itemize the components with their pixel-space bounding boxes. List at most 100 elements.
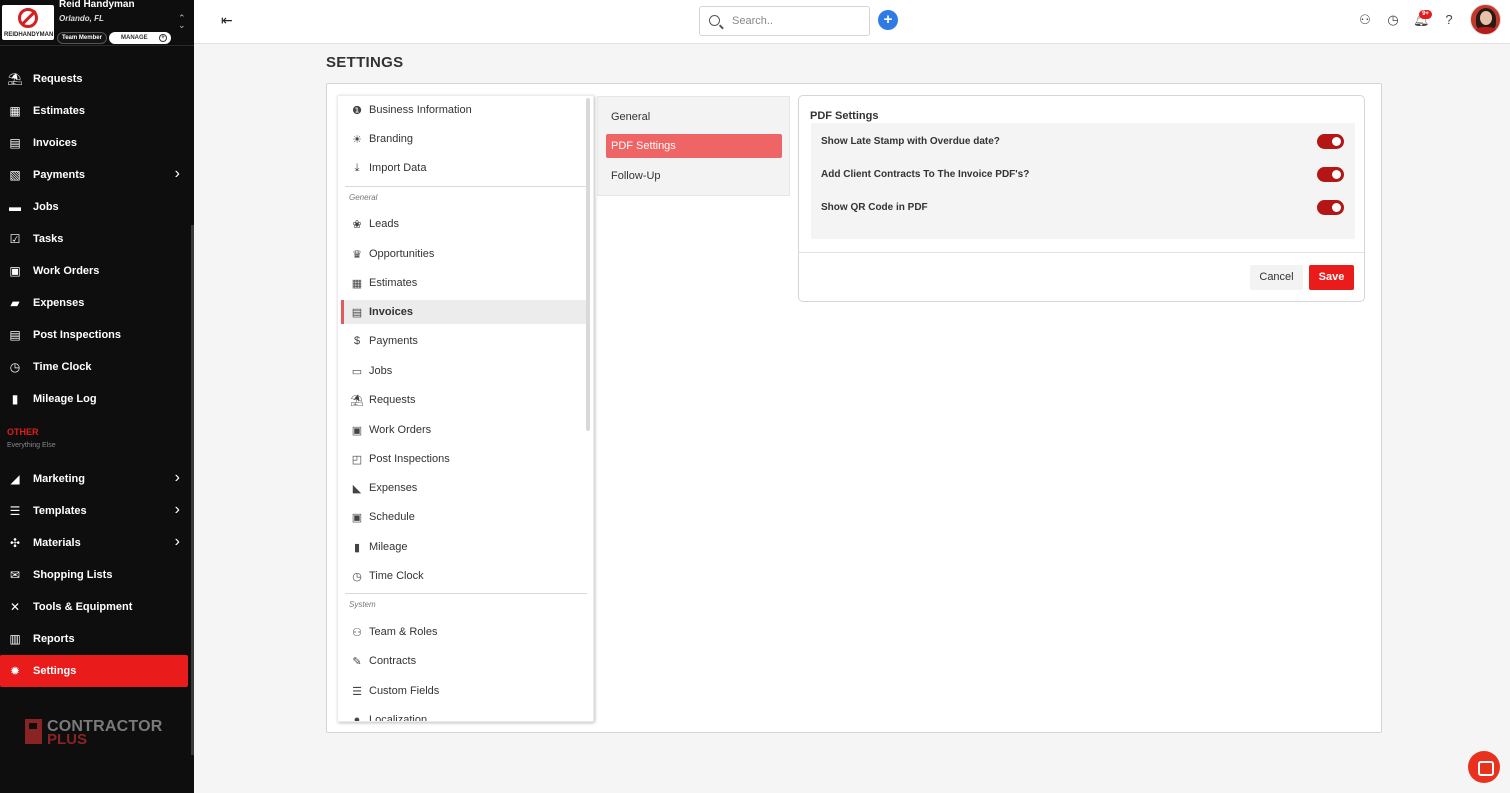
- lines-icon: ☰: [352, 685, 362, 698]
- option-client-contracts: Add Client Contracts To The Invoice PDF'…: [821, 165, 1344, 185]
- settings-item-mileage[interactable]: ▮ Mileage: [341, 535, 587, 559]
- sidebar-item-label: Tools & Equipment: [33, 601, 133, 613]
- sidebar-item-payments[interactable]: ▧ Payments ›: [0, 159, 188, 191]
- sidebar-item-expenses[interactable]: ▰ Expenses: [0, 287, 188, 319]
- avatar[interactable]: [1470, 4, 1501, 35]
- settings-item-custom-fields[interactable]: ☰ Custom Fields: [341, 679, 587, 703]
- sidebar-item-label: Work Orders: [33, 265, 100, 277]
- pdf-options: Show Late Stamp with Overdue date? Add C…: [811, 123, 1355, 239]
- settings-item-label: Schedule: [369, 511, 415, 523]
- search-box[interactable]: [699, 6, 870, 36]
- sidebar-item-mileage-log[interactable]: ▮ Mileage Log: [0, 383, 188, 415]
- quick-add-button[interactable]: +: [878, 10, 898, 30]
- settings-item-schedule[interactable]: ▣ Schedule: [341, 505, 587, 529]
- invoices-icon: ▤: [351, 306, 363, 319]
- chevron-right-icon: ›: [174, 533, 180, 550]
- sidebar-item-work-orders[interactable]: ▣ Work Orders: [0, 255, 188, 287]
- settings-item-requests[interactable]: ⛱ Requests: [341, 388, 587, 412]
- settings-item-invoices[interactable]: ▤ Invoices: [341, 300, 587, 324]
- tab-general[interactable]: General: [606, 105, 782, 129]
- client-contracts-toggle[interactable]: [1317, 167, 1344, 182]
- divider: [345, 593, 587, 594]
- save-button[interactable]: Save: [1309, 265, 1354, 290]
- settings-item-branding[interactable]: ☀ Branding: [341, 127, 587, 151]
- fuel-icon: ▮: [11, 392, 19, 406]
- settings-item-localization[interactable]: ● Localization: [341, 708, 587, 721]
- help-icon[interactable]: ?: [1441, 12, 1457, 28]
- sidebar-item-tools-equipment[interactable]: ✕ Tools & Equipment: [0, 591, 188, 623]
- manage-button[interactable]: MANAGE +: [109, 32, 171, 44]
- sidebar-item-label: Mileage Log: [33, 393, 97, 405]
- sidebar-item-tasks[interactable]: ☑ Tasks: [0, 223, 188, 255]
- settings-item-work-orders[interactable]: ▣ Work Orders: [341, 418, 587, 442]
- settings-item-label: Contracts: [369, 655, 417, 667]
- clock-icon[interactable]: ◷: [1385, 12, 1401, 28]
- settings-item-post-inspections[interactable]: ◰ Post Inspections: [341, 447, 587, 471]
- tab-pdf-settings[interactable]: PDF Settings: [606, 134, 782, 158]
- settings-item-time-clock[interactable]: ◷ Time Clock: [341, 564, 587, 588]
- top-bar: ⇤ + ⚇ ◷ 🔔︎ 9+ ?: [194, 0, 1510, 44]
- leads-icon: ❀: [352, 218, 362, 231]
- settings-item-label: Branding: [369, 133, 414, 145]
- collapse-sidebar-icon[interactable]: ⇤: [221, 13, 237, 27]
- expenses-icon: ◣: [352, 482, 362, 495]
- sidebar-item-shopping-lists[interactable]: ✉ Shopping Lists: [0, 559, 188, 591]
- team-icon[interactable]: ⚇: [1357, 12, 1373, 28]
- settings-item-estimates[interactable]: ▦ Estimates: [341, 271, 587, 295]
- qr-code-toggle[interactable]: [1317, 200, 1344, 215]
- cancel-button[interactable]: Cancel: [1250, 265, 1303, 290]
- tools-icon: ✕: [9, 600, 21, 614]
- chat-launcher-button[interactable]: [1468, 751, 1500, 783]
- payments-icon: $: [353, 335, 361, 347]
- trophy-icon: ♛: [352, 248, 362, 261]
- settings-item-label: Team & Roles: [369, 626, 438, 638]
- search-input[interactable]: [732, 13, 862, 29]
- business-switcher[interactable]: REIDHANDYMAN Reid Handyman Orlando, FL T…: [0, 0, 194, 46]
- settings-item-leads[interactable]: ❀ Leads: [341, 212, 587, 236]
- briefcase-icon: ▭: [351, 365, 363, 378]
- settings-item-label: Post Inspections: [369, 453, 450, 465]
- settings-item-label: Mileage: [369, 541, 408, 553]
- panel-title: PDF Settings: [810, 110, 879, 122]
- sidebar-item-templates[interactable]: ☰ Templates ›: [0, 495, 188, 527]
- briefcase-icon: ▬: [9, 200, 21, 214]
- late-stamp-toggle[interactable]: [1317, 134, 1344, 149]
- tab-follow-up[interactable]: Follow-Up: [606, 164, 782, 188]
- sidebar-item-reports[interactable]: ▥ Reports: [0, 623, 188, 655]
- settings-item-payments[interactable]: $ Payments: [341, 329, 587, 353]
- sidebar-item-label: Expenses: [33, 297, 85, 309]
- materials-icon: ✣: [9, 536, 21, 550]
- clock-icon: ◷: [352, 570, 362, 583]
- sidebar-item-invoices[interactable]: ▤ Invoices: [0, 127, 188, 159]
- sidebar-item-estimates[interactable]: ▦ Estimates: [0, 95, 188, 127]
- settings-item-contracts[interactable]: ✎ Contracts: [341, 649, 587, 673]
- settings-menu-scrollbar[interactable]: [586, 98, 590, 431]
- invoices-icon: ▤: [9, 136, 21, 150]
- settings-item-expenses[interactable]: ◣ Expenses: [341, 476, 587, 500]
- sidebar-scrollbar[interactable]: [191, 225, 194, 755]
- option-label: Show QR Code in PDF: [821, 202, 928, 213]
- expand-collapse-icon[interactable]: ⌃ ⌄: [178, 14, 186, 30]
- sidebar-item-jobs[interactable]: ▬ Jobs: [0, 191, 188, 223]
- settings-item-team-roles[interactable]: ⚇ Team & Roles: [341, 620, 587, 644]
- business-name: Reid Handyman: [59, 0, 135, 10]
- sidebar-item-requests[interactable]: ⛱ Requests: [0, 63, 188, 95]
- sidebar-item-label: Templates: [33, 505, 87, 517]
- sidebar-item-marketing[interactable]: ◢ Marketing ›: [0, 463, 188, 495]
- sidebar-item-post-inspections[interactable]: ▤ Post Inspections: [0, 319, 188, 351]
- settings-item-business-information[interactable]: ❶ Business Information: [341, 98, 587, 122]
- sidebar-item-label: Marketing: [33, 473, 85, 485]
- page-title: SETTINGS: [326, 54, 404, 71]
- settings-item-import-data[interactable]: ⤓ Import Data: [341, 156, 587, 180]
- invoice-settings-tabs: General PDF Settings Follow-Up: [597, 96, 790, 196]
- estimates-icon: ▦: [351, 277, 363, 290]
- fuel-icon: ▮: [353, 541, 361, 554]
- option-label: Show Late Stamp with Overdue date?: [821, 136, 1000, 147]
- sidebar-item-materials[interactable]: ✣ Materials ›: [0, 527, 188, 559]
- sidebar: REIDHANDYMAN Reid Handyman Orlando, FL T…: [0, 0, 194, 793]
- settings-item-opportunities[interactable]: ♛ Opportunities: [341, 242, 587, 266]
- sidebar-item-time-clock[interactable]: ◷ Time Clock: [0, 351, 188, 383]
- post-inspections-icon: ▤: [9, 328, 21, 342]
- settings-item-jobs[interactable]: ▭ Jobs: [341, 359, 587, 383]
- sidebar-item-settings[interactable]: ✹ Settings: [0, 655, 188, 687]
